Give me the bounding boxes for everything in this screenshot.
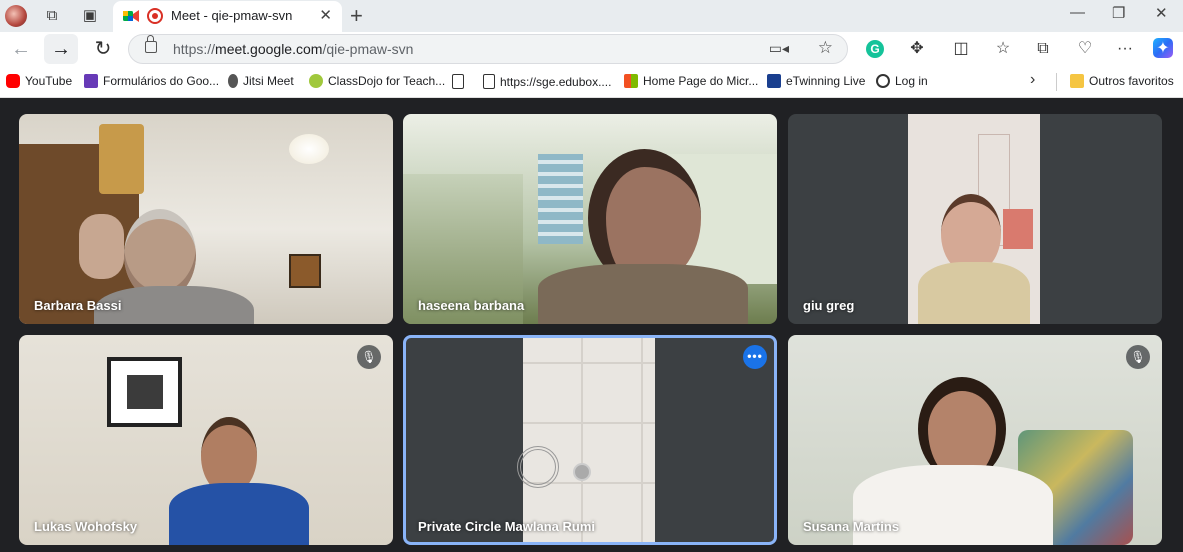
tab-title: Meet - qie-pmaw-svn xyxy=(171,8,293,23)
google-g-icon xyxy=(876,74,890,88)
lock-icon[interactable] xyxy=(145,35,157,53)
mic-muted-icon: 🎙︎ xyxy=(1126,345,1150,369)
restore-icon[interactable]: ❐ xyxy=(1112,4,1125,22)
picture-art xyxy=(127,375,163,409)
grammarly-icon[interactable]: G xyxy=(866,40,884,58)
chandelier xyxy=(289,134,329,164)
framed-picture xyxy=(107,357,182,427)
page-icon xyxy=(452,74,464,89)
bookmark-log-in[interactable]: Log in xyxy=(876,74,928,88)
page-icon xyxy=(483,74,495,89)
bookmark-forms[interactable]: Formulários do Goo... xyxy=(84,74,219,88)
participant-tile[interactable]: ••• Private Circle Mawlana Rumi xyxy=(403,335,777,545)
speaker-grille xyxy=(517,446,559,488)
jitsi-icon xyxy=(228,74,238,88)
video-feed xyxy=(517,338,655,542)
participant-tile[interactable]: 🎙︎ Lukas Wohofsky xyxy=(19,335,393,545)
vertical-tabs-icon[interactable]: ▣ xyxy=(80,6,100,26)
person-body xyxy=(169,483,309,545)
youtube-icon xyxy=(6,74,20,88)
participant-name: giu greg xyxy=(803,298,855,313)
bookmark-jitsi[interactable]: Jitsi Meet xyxy=(228,74,294,88)
window-blinds xyxy=(538,154,583,244)
bookmarks-bar: YouTube Formulários do Goo... Jitsi Meet… xyxy=(0,66,1183,98)
profile-avatar[interactable] xyxy=(5,5,27,27)
minimize-icon[interactable]: — xyxy=(1070,4,1085,21)
boxes xyxy=(99,124,144,194)
classdojo-icon xyxy=(309,74,323,88)
participant-name: haseena barbana xyxy=(418,298,525,313)
bookmark-sge-edubox[interactable]: https://sge.edubox.... xyxy=(483,74,611,89)
bookmark-blank-page[interactable] xyxy=(452,74,469,89)
tab-meet[interactable]: Meet - qie-pmaw-svn ✕ xyxy=(113,1,342,32)
participant-name: Barbara Bassi xyxy=(34,298,122,313)
bookmark-etwinning[interactable]: eTwinning Live xyxy=(767,74,865,88)
mic-muted-icon: 🎙︎ xyxy=(357,345,381,369)
url-text: https://meet.google.com/qie-pmaw-svn xyxy=(173,41,414,57)
participant-tile[interactable]: Barbara Bassi xyxy=(19,114,393,324)
microsoft-icon xyxy=(624,74,638,88)
sensor xyxy=(573,463,591,481)
bookmark-youtube[interactable]: YouTube xyxy=(6,74,72,88)
participant-name: Lukas Wohofsky xyxy=(34,519,138,534)
bookmark-microsoft-home[interactable]: Home Page do Micr... xyxy=(624,74,758,88)
workspaces-icon[interactable]: ⧉ xyxy=(42,6,62,26)
browser-toolbar: ← → ↻ https://meet.google.com/qie-pmaw-s… xyxy=(0,32,1183,66)
tab-strip: ⧉ ▣ Meet - qie-pmaw-svn ✕ + — ❐ ✕ xyxy=(0,0,1183,32)
address-bar[interactable]: https://meet.google.com/qie-pmaw-svn ▭◂ … xyxy=(128,34,848,64)
recording-icon xyxy=(147,8,163,24)
participant-tile[interactable]: haseena barbana xyxy=(403,114,777,324)
more-menu-icon[interactable]: ··· xyxy=(1114,38,1136,60)
split-screen-icon[interactable]: ◫ xyxy=(950,38,972,60)
refresh-button[interactable]: ↻ xyxy=(86,34,120,64)
more-options-button[interactable]: ••• xyxy=(743,345,767,369)
favorites-icon[interactable]: ☆ xyxy=(992,38,1014,60)
person-body xyxy=(538,264,748,324)
collections-icon[interactable]: ⧉ xyxy=(1032,38,1054,60)
divider xyxy=(1056,73,1057,91)
favorite-star-icon[interactable]: ☆ xyxy=(818,38,833,58)
participant-tile[interactable]: giu greg xyxy=(788,114,1162,324)
participant-name: Private Circle Mawlana Rumi xyxy=(418,519,596,534)
folder-icon xyxy=(1070,74,1084,88)
meet-video-grid: Barbara Bassi haseena barbana giu greg 🎙… xyxy=(0,98,1183,552)
participant-name: Susana Martins xyxy=(803,519,900,534)
back-button[interactable]: ← xyxy=(4,34,38,64)
other-favorites-folder[interactable]: Outros favoritos xyxy=(1070,74,1174,88)
extensions-icon[interactable]: ✥ xyxy=(906,38,928,60)
bookmark-classdojo[interactable]: ClassDojo for Teach... xyxy=(309,74,445,88)
camera-icon[interactable]: ▭◂ xyxy=(769,40,789,57)
person-body xyxy=(918,262,1030,324)
google-forms-icon xyxy=(84,74,98,88)
forward-button[interactable]: → xyxy=(44,34,78,64)
picture-frame xyxy=(289,254,321,288)
new-tab-icon[interactable]: + xyxy=(350,3,363,29)
ceiling-tiles xyxy=(523,338,655,542)
poster xyxy=(1003,209,1033,249)
video-feed xyxy=(908,114,1040,324)
participant-tile[interactable]: 🎙︎ Susana Martins xyxy=(788,335,1162,545)
close-tab-icon[interactable]: ✕ xyxy=(319,6,332,24)
chevron-right-icon[interactable]: › xyxy=(1030,71,1035,89)
copilot-icon[interactable]: ✦ xyxy=(1153,38,1173,58)
google-meet-icon xyxy=(123,10,139,22)
raised-hand xyxy=(79,214,124,279)
close-window-icon[interactable]: ✕ xyxy=(1155,4,1168,22)
browser-essentials-icon[interactable]: ♡ xyxy=(1074,38,1096,60)
eu-flag-icon xyxy=(767,74,781,88)
